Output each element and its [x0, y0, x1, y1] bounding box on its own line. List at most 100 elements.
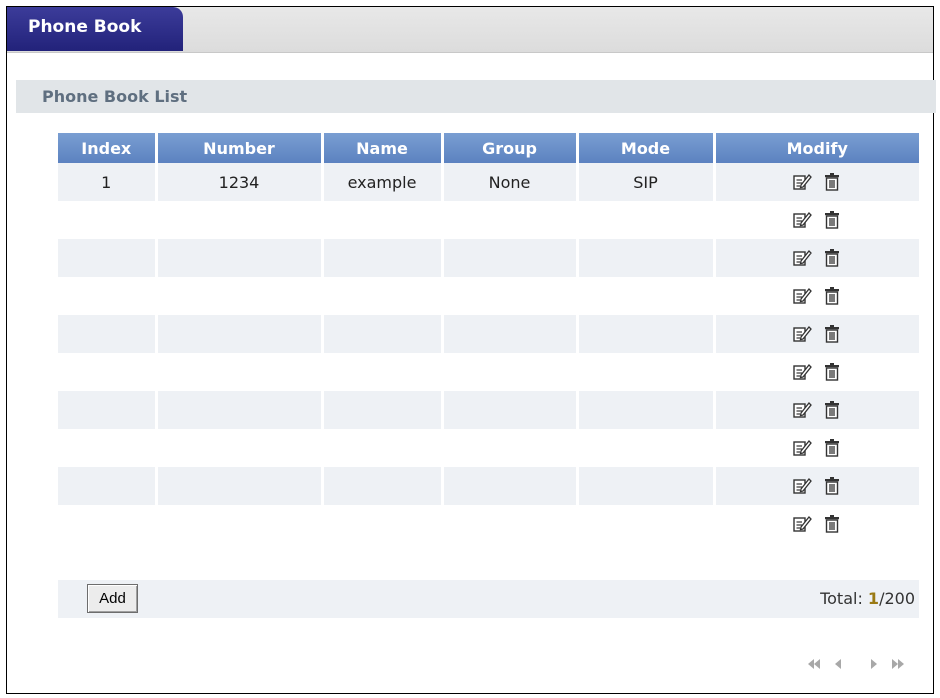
cell-group	[440, 505, 577, 543]
delete-icon[interactable]	[822, 400, 842, 420]
cell-modify	[712, 429, 919, 467]
cell-group	[440, 277, 577, 315]
cell-index	[58, 467, 156, 505]
cell-name	[320, 239, 442, 277]
cell-group	[440, 353, 577, 391]
column-header-name: Name	[320, 133, 442, 163]
cell-mode	[575, 429, 714, 467]
cell-mode	[575, 277, 714, 315]
table-footer: Add Total: 1/200	[58, 580, 919, 618]
cell-modify	[712, 467, 919, 505]
delete-icon[interactable]	[822, 476, 842, 496]
next-page-icon[interactable]	[866, 656, 882, 672]
cell-mode	[575, 315, 714, 353]
delete-icon[interactable]	[822, 172, 842, 192]
delete-icon[interactable]	[822, 210, 842, 230]
tab-bar: Phone Book	[7, 7, 933, 53]
first-page-icon[interactable]	[806, 656, 822, 672]
cell-mode	[575, 353, 714, 391]
edit-icon[interactable]	[792, 286, 813, 306]
cell-index: 1	[58, 163, 156, 201]
cell-number: 1234	[154, 163, 322, 201]
column-header-modify: Modify	[712, 133, 919, 163]
column-header-group: Group	[440, 133, 577, 163]
table-row	[58, 391, 919, 429]
cell-mode	[575, 201, 714, 239]
edit-icon[interactable]	[792, 514, 813, 534]
table-row	[58, 315, 919, 353]
cell-modify	[712, 277, 919, 315]
column-header-mode: Mode	[575, 133, 714, 163]
table-row	[58, 239, 919, 277]
table-row	[58, 277, 919, 315]
cell-name	[320, 353, 442, 391]
delete-icon[interactable]	[822, 286, 842, 306]
tab-phone-book[interactable]: Phone Book	[7, 7, 183, 51]
cell-name	[320, 429, 442, 467]
cell-modify	[712, 315, 919, 353]
cell-index	[58, 201, 156, 239]
cell-index	[58, 429, 156, 467]
cell-number	[154, 391, 322, 429]
table-row	[58, 353, 919, 391]
cell-mode	[575, 467, 714, 505]
edit-icon[interactable]	[792, 400, 813, 420]
cell-mode	[575, 391, 714, 429]
cell-number	[154, 505, 322, 543]
cell-group	[440, 429, 577, 467]
cell-mode	[575, 239, 714, 277]
cell-number	[154, 467, 322, 505]
cell-group	[440, 391, 577, 429]
cell-name: example	[320, 163, 442, 201]
total-current: 1	[867, 589, 880, 608]
phone-book-table: Index Number Name Group Mode Modify 1 123…	[58, 133, 919, 543]
total-count: Total: 1/200	[820, 580, 915, 618]
column-header-index: Index	[58, 133, 156, 163]
cell-name	[320, 201, 442, 239]
delete-icon[interactable]	[822, 438, 842, 458]
previous-page-icon[interactable]	[830, 656, 846, 672]
edit-icon[interactable]	[792, 438, 813, 458]
cell-name	[320, 467, 442, 505]
cell-number	[154, 201, 322, 239]
table-row: 1 1234 example None SIP	[58, 163, 919, 201]
delete-icon[interactable]	[822, 248, 842, 268]
cell-number	[154, 277, 322, 315]
edit-icon[interactable]	[792, 324, 813, 344]
cell-group	[440, 467, 577, 505]
delete-icon[interactable]	[822, 514, 842, 534]
edit-icon[interactable]	[792, 248, 813, 268]
add-button[interactable]: Add	[87, 584, 138, 613]
cell-modify	[712, 505, 919, 543]
cell-index	[58, 239, 156, 277]
cell-group	[440, 315, 577, 353]
cell-index	[58, 353, 156, 391]
last-page-icon[interactable]	[890, 656, 906, 672]
cell-name	[320, 505, 442, 543]
cell-modify	[712, 163, 919, 201]
total-max: /200	[879, 589, 915, 608]
cell-group	[440, 239, 577, 277]
edit-icon[interactable]	[792, 172, 813, 192]
edit-icon[interactable]	[792, 210, 813, 230]
cell-modify	[712, 239, 919, 277]
delete-icon[interactable]	[822, 362, 842, 382]
cell-index	[58, 315, 156, 353]
cell-index	[58, 277, 156, 315]
cell-modify	[712, 353, 919, 391]
cell-modify	[712, 201, 919, 239]
edit-icon[interactable]	[792, 476, 813, 496]
cell-group: None	[440, 163, 577, 201]
total-prefix: Total:	[820, 589, 868, 608]
table-row	[58, 505, 919, 543]
cell-number	[154, 429, 322, 467]
cell-number	[154, 315, 322, 353]
edit-icon[interactable]	[792, 362, 813, 382]
cell-mode: SIP	[575, 163, 714, 201]
section-title: Phone Book List	[16, 80, 936, 113]
table-row	[58, 429, 919, 467]
cell-mode	[575, 505, 714, 543]
table-row	[58, 467, 919, 505]
delete-icon[interactable]	[822, 324, 842, 344]
cell-name	[320, 277, 442, 315]
